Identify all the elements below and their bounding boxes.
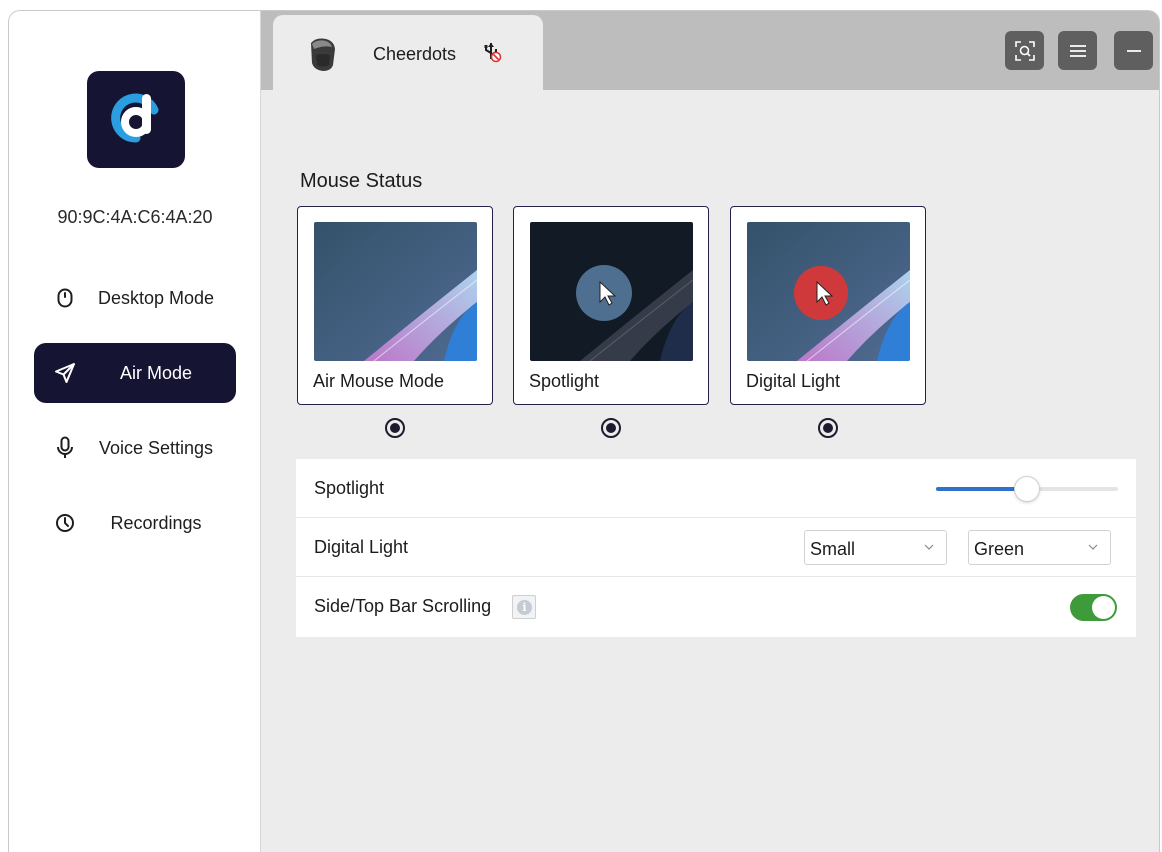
- mode-card-digital-light[interactable]: Digital Light: [730, 206, 926, 405]
- tab-title: Cheerdots: [373, 44, 457, 64]
- select-value: Green: [974, 539, 1025, 559]
- setting-label: Side/Top Bar Scrolling: [314, 596, 492, 616]
- sidebar-item-label: Recordings: [110, 512, 202, 533]
- radio-digital-light[interactable]: [818, 418, 838, 438]
- sidebar-item-label: Desktop Mode: [97, 287, 215, 308]
- settings-panel: Spotlight Digital Light Small Green Side…: [296, 459, 1136, 637]
- setting-row-bar-scrolling: Side/Top Bar Scrolling i: [296, 577, 1136, 636]
- tab-bar: Cheerdots: [261, 11, 1159, 91]
- sidebar-item-label: Voice Settings: [98, 437, 214, 458]
- air-mouse-device-icon: [306, 35, 338, 78]
- sidebar-item-recordings[interactable]: Recordings: [34, 493, 236, 553]
- section-title: Mouse Status: [300, 170, 423, 192]
- spotlight-slider[interactable]: [936, 475, 1118, 503]
- sidebar-item-air-mode[interactable]: Air Mode: [34, 343, 236, 403]
- chevron-down-icon: [924, 544, 934, 550]
- usb-disconnected-icon: [483, 41, 503, 68]
- setting-row-spotlight: Spotlight: [296, 459, 1136, 518]
- screen-search-button[interactable]: [1005, 31, 1044, 70]
- setting-label: Digital Light: [314, 537, 409, 557]
- sidebar-item-desktop-mode[interactable]: Desktop Mode: [34, 268, 236, 328]
- radio-spotlight[interactable]: [601, 418, 621, 438]
- mode-card-label: Digital Light: [746, 371, 841, 391]
- bar-scrolling-toggle[interactable]: [1070, 594, 1117, 621]
- app-window: 90:9C:4A:C6:4A:20 Desktop Mode Air Mode …: [8, 10, 1160, 852]
- mode-preview-image: [530, 222, 693, 361]
- select-value: Small: [810, 539, 856, 559]
- info-button[interactable]: i: [512, 595, 536, 619]
- toggle-knob: [1092, 596, 1115, 619]
- send-icon: [54, 362, 76, 384]
- mode-card-label: Spotlight: [529, 371, 600, 391]
- chevron-down-icon: [1088, 544, 1098, 550]
- screen-search-icon: [1014, 40, 1035, 61]
- device-mac-address: 90:9C:4A:C6:4A:20: [57, 207, 213, 227]
- radio-air-mouse-mode[interactable]: [385, 418, 405, 438]
- sidebar-item-voice-settings[interactable]: Voice Settings: [34, 418, 236, 478]
- info-icon: i: [517, 600, 532, 615]
- setting-label: Spotlight: [314, 478, 385, 498]
- menu-icon: [1069, 44, 1086, 57]
- menu-button[interactable]: [1058, 31, 1097, 70]
- cheerdots-logo-icon: [111, 93, 159, 143]
- sidebar-item-label: Air Mode: [119, 362, 193, 383]
- tab-cheerdots[interactable]: Cheerdots: [273, 15, 543, 91]
- mouse-icon: [54, 287, 76, 309]
- minimize-icon: [1126, 49, 1141, 52]
- minimize-button[interactable]: [1114, 31, 1153, 70]
- digital-light-color-select[interactable]: Green: [968, 530, 1111, 565]
- setting-row-digital-light: Digital Light Small Green: [296, 518, 1136, 577]
- mode-card-air-mouse[interactable]: Air Mouse Mode: [297, 206, 493, 405]
- slider-handle[interactable]: [1014, 476, 1040, 502]
- mode-preview-image: [747, 222, 910, 361]
- sidebar: 90:9C:4A:C6:4A:20 Desktop Mode Air Mode …: [9, 11, 261, 852]
- mode-card-label: Air Mouse Mode: [313, 371, 445, 391]
- app-logo: [87, 71, 185, 168]
- mode-preview-image: [314, 222, 477, 361]
- digital-light-size-select[interactable]: Small: [804, 530, 947, 565]
- microphone-icon: [54, 436, 76, 459]
- clock-icon: [54, 512, 76, 534]
- mode-card-spotlight[interactable]: Spotlight: [513, 206, 709, 405]
